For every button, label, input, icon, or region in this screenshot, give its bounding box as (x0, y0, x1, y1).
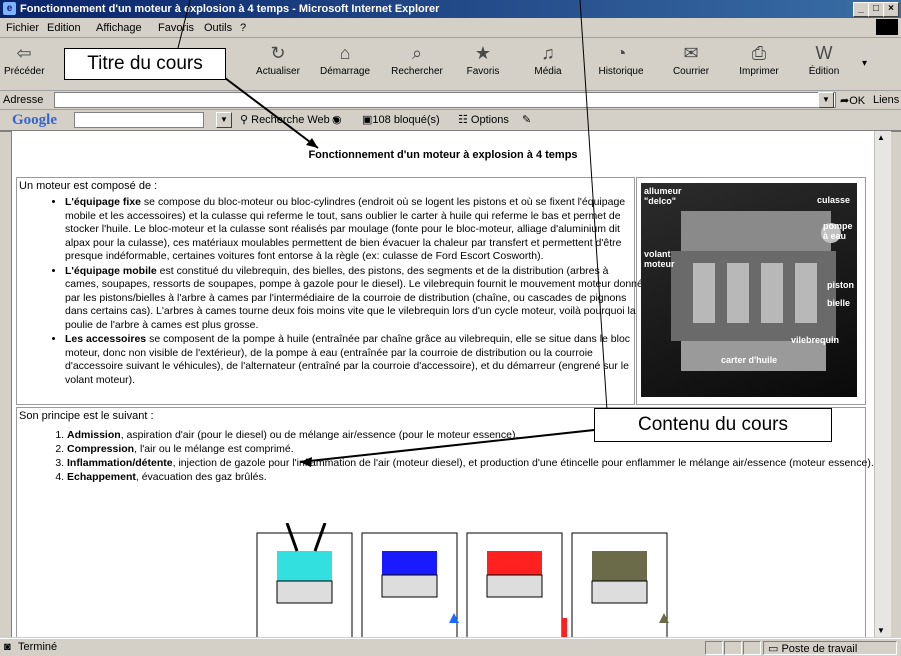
options-icon: ☷ (458, 114, 471, 126)
menu-affichage[interactable]: Affichage (96, 22, 142, 34)
toolbar-more-chevron-icon[interactable]: ▾ (862, 58, 867, 69)
admission-gas-fill (277, 551, 332, 581)
scroll-down-icon[interactable]: ▼ (877, 626, 885, 635)
google-toolbar: Google ▼ ⚲ Recherche Web ▾ ◉ ▣108 bloqué… (0, 110, 901, 132)
minimize-button[interactable]: _ (853, 2, 869, 17)
mail-button[interactable]: ✉ Courrier (668, 40, 714, 77)
go-button[interactable]: ➦OK (840, 94, 865, 107)
list-item: Inflammation/détente, injection de gazol… (67, 456, 874, 470)
engine-label: vilebrequin (791, 335, 840, 345)
computer-icon: ▭ (768, 643, 782, 655)
engine-label: piston (827, 280, 854, 290)
media-icon: ♫ (541, 43, 555, 63)
menu-bar: Fichier Edition Affichage Favoris Outils… (0, 18, 901, 38)
media-button[interactable]: ♫ Média (526, 40, 570, 77)
edit-button[interactable]: W Édition (800, 40, 848, 77)
refresh-icon: ↻ (270, 43, 286, 63)
down-arrow-icon (562, 618, 567, 637)
pagerank-icon[interactable]: ◉ (332, 113, 342, 126)
vertical-scrollbar[interactable]: ▲ ▼ (874, 131, 891, 637)
word-edit-icon: W (815, 43, 833, 63)
print-button[interactable]: ⎙ Imprimer (734, 40, 784, 77)
address-label: Adresse (3, 94, 44, 106)
status-pane (705, 641, 723, 655)
compression-gas-fill (382, 551, 437, 575)
engine-label: bielle (827, 298, 851, 308)
admission-cylinder (256, 523, 353, 637)
exhaust-cylinder (571, 532, 669, 637)
search-button[interactable]: ⌕ Rechercher (384, 40, 450, 77)
favorites-icon: ★ (474, 43, 492, 63)
window-title: Fonctionnement d'un moteur à explosion à… (20, 3, 440, 15)
search-icon: ⌕ (411, 43, 423, 63)
popup-blocker-button[interactable]: ▣108 bloqué(s) (362, 113, 440, 126)
compression-cylinder (361, 532, 459, 637)
binoculars-icon: ⚲ (240, 114, 252, 126)
ie-logo-icon: e (3, 2, 16, 15)
go-arrow-icon: ➦ (840, 95, 850, 107)
title-callout: Titre du cours (64, 48, 226, 80)
status-pane (724, 641, 742, 655)
parts-list: L'équipage fixe se compose du bloc-moteu… (47, 196, 645, 388)
google-search-dropdown-icon[interactable]: ▼ (216, 112, 232, 128)
popup-blocker-icon: ▣ (362, 114, 373, 126)
engine-label: volant moteur (644, 249, 675, 269)
close-button[interactable]: × (883, 2, 899, 17)
google-search-input[interactable] (74, 112, 204, 128)
list-item: Les accessoires se composent de la pompe… (65, 333, 645, 387)
combustion-cylinder (466, 532, 567, 637)
page-content: Fonctionnement d'un moteur à explosion à… (11, 131, 874, 637)
address-dropdown-icon[interactable]: ▼ (818, 92, 834, 108)
window-titlebar: e Fonctionnement d'un moteur à explosion… (0, 0, 901, 18)
mail-icon: ✉ (683, 43, 699, 63)
content-callout: Contenu du cours (594, 408, 832, 442)
principle-intro: Son principe est le suivant : (19, 410, 154, 422)
menu-fichier[interactable]: Fichier (6, 22, 39, 34)
list-item: L'équipage mobile est constitué du vileb… (65, 265, 645, 333)
maximize-button[interactable]: □ (868, 2, 884, 17)
status-bar: ◙ Terminé ▭ Poste de travail (0, 638, 901, 656)
status-text: Terminé (18, 641, 58, 653)
engine-cutaway-image: allumeur "delco" culasse pompe à eau vol… (641, 183, 857, 397)
menu-favoris[interactable]: Favoris (158, 22, 194, 34)
favorites-button[interactable]: ★ Favoris (458, 40, 508, 77)
engine-image-cell: allumeur "delco" culasse pompe à eau vol… (636, 177, 866, 405)
refresh-button[interactable]: ↻ Actualiser (250, 40, 306, 77)
engine-label: culasse (817, 195, 851, 205)
four-stroke-cycle-diagram (256, 523, 669, 637)
security-zone: ▭ Poste de travail (763, 641, 897, 655)
address-input[interactable] (54, 92, 836, 108)
google-logo[interactable]: Google (12, 112, 57, 129)
page-title: Fonctionnement d'un moteur à explosion à… (308, 149, 578, 161)
history-icon: ◔ (615, 43, 627, 63)
back-button[interactable]: ⇦ Précéder (4, 40, 45, 77)
menu-help[interactable]: ? (240, 22, 246, 34)
composition-intro: Un moteur est composé de : (19, 180, 158, 192)
back-arrow-icon: ⇦ (16, 43, 32, 63)
print-icon: ⎙ (751, 43, 767, 63)
engine-label: carter d'huile (721, 355, 778, 365)
menu-edition[interactable]: Edition (47, 22, 81, 34)
home-button[interactable]: ⌂ Démarrage (312, 40, 378, 77)
engine-label: allumeur "delco" (644, 186, 682, 206)
address-bar: Adresse ▼ ➦OK Liens (0, 91, 901, 110)
history-button[interactable]: ◔ Historique (592, 40, 650, 77)
links-label[interactable]: Liens (873, 94, 899, 106)
google-web-search-button[interactable]: ⚲ Recherche Web ▾ (240, 113, 338, 126)
exhaust-gas-fill (592, 551, 647, 581)
list-item: Echappement, évacuation des gaz brûlés. (67, 470, 874, 484)
engine-label: pompe à eau (823, 221, 853, 241)
scroll-up-icon[interactable]: ▲ (877, 133, 885, 142)
list-item: Compression, l'air ou le mélange est com… (67, 442, 874, 456)
windows-logo-icon (876, 19, 898, 35)
list-item: L'équipage fixe se compose du bloc-moteu… (65, 196, 645, 264)
menu-outils[interactable]: Outils (204, 22, 232, 34)
combustion-gas-fill (487, 551, 542, 575)
home-icon: ⌂ (339, 43, 351, 63)
google-options-button[interactable]: ☷ Options (458, 113, 509, 126)
composition-cell: Un moteur est composé de : L'équipage fi… (16, 177, 643, 405)
status-page-icon: ◙ (4, 641, 11, 653)
highlight-pen-icon[interactable]: ✎ (522, 113, 531, 126)
status-pane (743, 641, 761, 655)
